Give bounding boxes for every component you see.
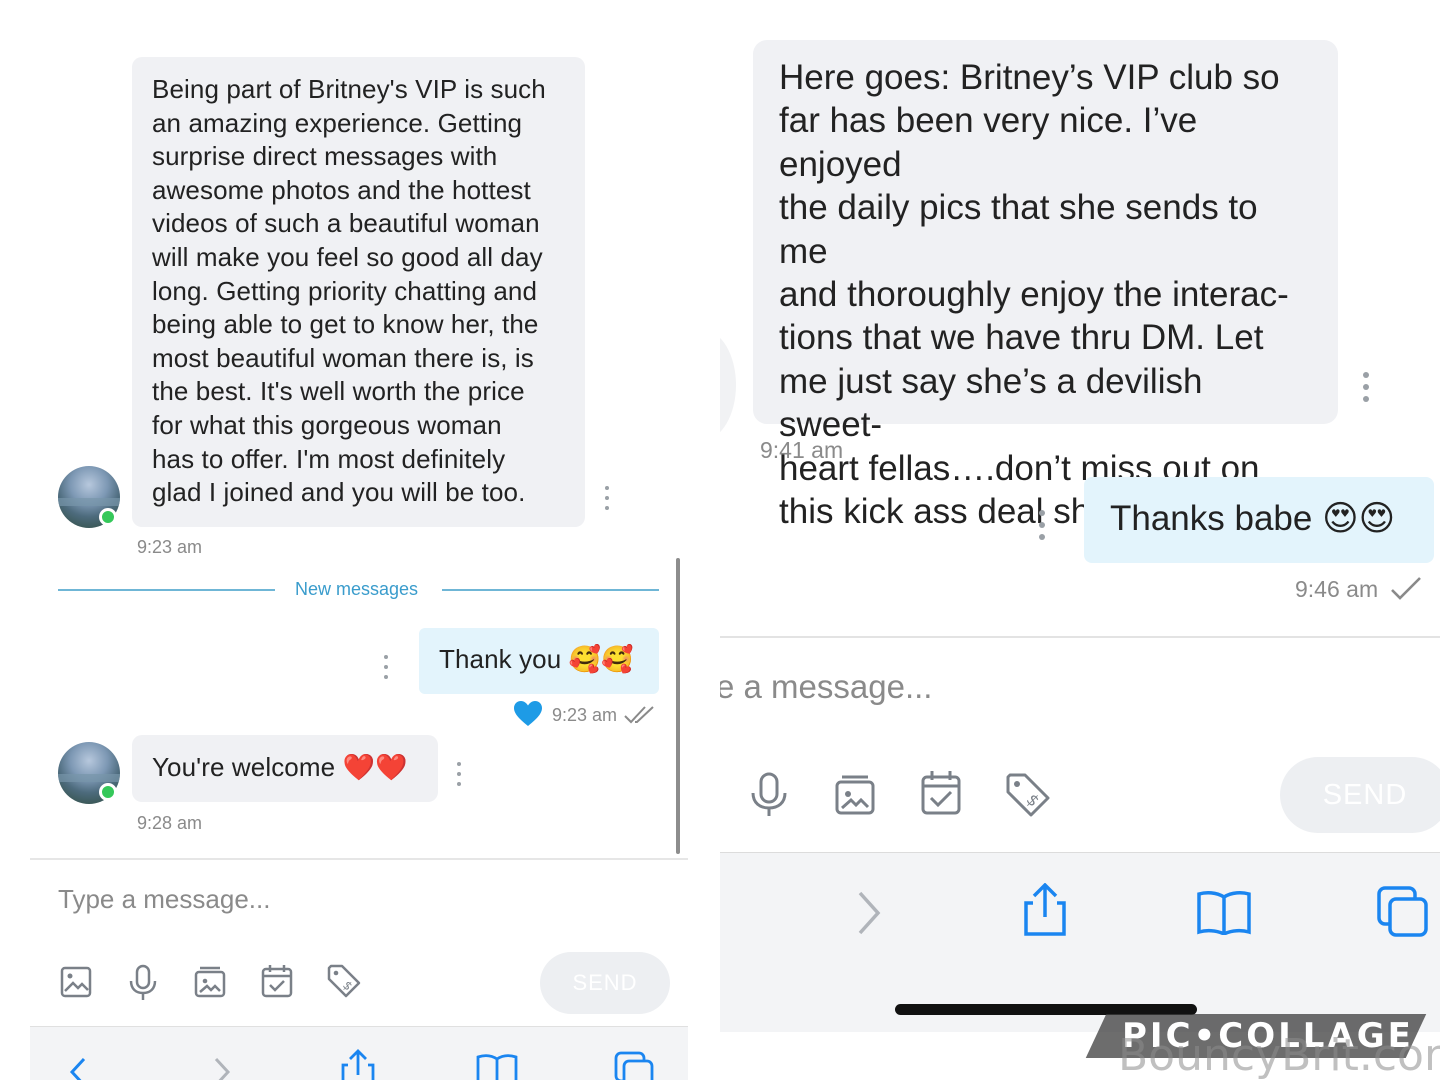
forward-icon[interactable] xyxy=(856,891,882,935)
site-watermark: BouncyBrit.com xyxy=(1118,1030,1440,1080)
browser-toolbar xyxy=(30,1026,688,1080)
outgoing-message-bubble[interactable]: Thank you 🥰🥰 xyxy=(419,628,659,694)
share-icon[interactable] xyxy=(1022,883,1068,937)
message-line: being able to get to know her, the xyxy=(152,309,539,340)
message-text: Being part of Britney's VIP is such an a… xyxy=(152,73,565,510)
check-icon xyxy=(1391,577,1421,600)
message-line: long. Getting priority chatting and xyxy=(152,275,538,306)
left-chat-panel: Being part of Britney's VIP is such an a… xyxy=(0,0,700,1080)
bookmarks-icon[interactable] xyxy=(476,1053,518,1080)
calendar-check-icon[interactable] xyxy=(920,770,962,816)
message-line: far has been very nice. I’ve enjoyed xyxy=(779,101,1198,184)
message-options-icon[interactable] xyxy=(1038,510,1046,540)
message-line: the best. It's well worth the price xyxy=(152,376,525,407)
gallery-icon[interactable] xyxy=(194,966,226,998)
message-timestamp: 9:23 am xyxy=(137,537,203,557)
divider xyxy=(720,636,1440,638)
message-timestamp: 9:41 am xyxy=(760,437,844,463)
tabs-icon[interactable] xyxy=(614,1051,656,1080)
message-line: surprise direct messages with xyxy=(152,141,498,172)
forward-icon[interactable] xyxy=(212,1057,232,1080)
message-line: glad I joined and you will be too. xyxy=(152,477,526,508)
avatar[interactable] xyxy=(720,330,736,440)
incoming-message-bubble[interactable]: Here goes: Britney’s VIP club so far has… xyxy=(753,40,1338,531)
send-button[interactable]: SEND xyxy=(1280,757,1440,833)
message-text: Thank you 🥰🥰 xyxy=(439,644,634,674)
price-tag-icon[interactable]: $ xyxy=(1004,772,1052,820)
message-timestamp: 9:23 am xyxy=(552,705,618,725)
microphone-icon[interactable] xyxy=(750,772,788,818)
incoming-message-bubble[interactable]: You're welcome ❤️❤️ xyxy=(132,735,438,802)
heart-icon[interactable] xyxy=(514,701,542,727)
message-line: Being part of Britney's VIP is such xyxy=(152,74,546,104)
message-text: Thanks babe 😍😍 xyxy=(1110,499,1396,538)
message-options-icon[interactable] xyxy=(1362,372,1370,402)
message-line: has to offer. I'm most definitely xyxy=(152,443,506,474)
message-text: Here goes: Britney’s VIP club so far has… xyxy=(779,56,1312,533)
message-options-icon[interactable] xyxy=(456,762,462,786)
image-icon[interactable] xyxy=(60,966,92,998)
message-line: will make you feel so good all day xyxy=(152,241,543,272)
double-check-icon xyxy=(624,706,654,724)
message-line: and thoroughly enjoy the interac- xyxy=(779,275,1289,315)
microphone-icon[interactable] xyxy=(128,964,158,1002)
message-composer: Type a message... $ SEND xyxy=(30,858,688,1028)
price-tag-icon[interactable]: $ xyxy=(326,964,362,1000)
divider xyxy=(58,589,275,591)
message-options-icon[interactable] xyxy=(383,655,389,679)
message-line: an amazing experience. Getting xyxy=(152,107,523,138)
calendar-check-icon[interactable] xyxy=(261,964,293,998)
tabs-icon[interactable] xyxy=(1376,885,1432,939)
divider xyxy=(442,589,659,591)
message-input[interactable]: e a message... xyxy=(720,668,932,706)
message-line: most beautiful woman there is, is xyxy=(152,342,534,373)
message-line: awesome photos and the hottest xyxy=(152,174,531,205)
message-timestamp: 9:28 am xyxy=(137,813,203,833)
message-text: You're welcome ❤️❤️ xyxy=(152,752,408,782)
message-line: videos of such a beautiful woman xyxy=(152,208,540,239)
send-button[interactable]: SEND xyxy=(540,952,670,1014)
watermark: PIC•COLLAGE BouncyBrit.com xyxy=(1085,1010,1440,1080)
online-status-dot xyxy=(99,508,117,526)
outgoing-message-bubble[interactable]: Thanks babe 😍😍 xyxy=(1084,477,1434,563)
gallery-icon[interactable] xyxy=(834,774,876,816)
message-timestamp: 9:46 am xyxy=(1295,576,1379,602)
message-input[interactable]: Type a message... xyxy=(58,884,270,915)
screenshot-collage: Being part of Britney's VIP is such an a… xyxy=(0,0,1440,1080)
bookmarks-icon[interactable] xyxy=(1196,889,1252,935)
online-status-dot xyxy=(99,783,117,801)
share-icon[interactable] xyxy=(340,1049,376,1080)
right-chat-panel: Here goes: Britney’s VIP club so far has… xyxy=(720,0,1440,1080)
message-line: the daily pics that she sends to me xyxy=(779,188,1258,271)
new-messages-label: New messages xyxy=(295,579,419,599)
message-line: me just say she’s a devilish sweet- xyxy=(779,361,1203,445)
message-line: tions that we have thru DM. Let xyxy=(779,318,1264,358)
message-line: Here goes: Britney’s VIP club so xyxy=(779,58,1280,97)
back-icon[interactable] xyxy=(68,1057,88,1080)
incoming-message-bubble[interactable]: Being part of Britney's VIP is such an a… xyxy=(132,57,585,527)
message-options-icon[interactable] xyxy=(604,486,610,510)
scrollbar[interactable] xyxy=(676,558,680,854)
message-line: for what this gorgeous woman xyxy=(152,409,502,440)
